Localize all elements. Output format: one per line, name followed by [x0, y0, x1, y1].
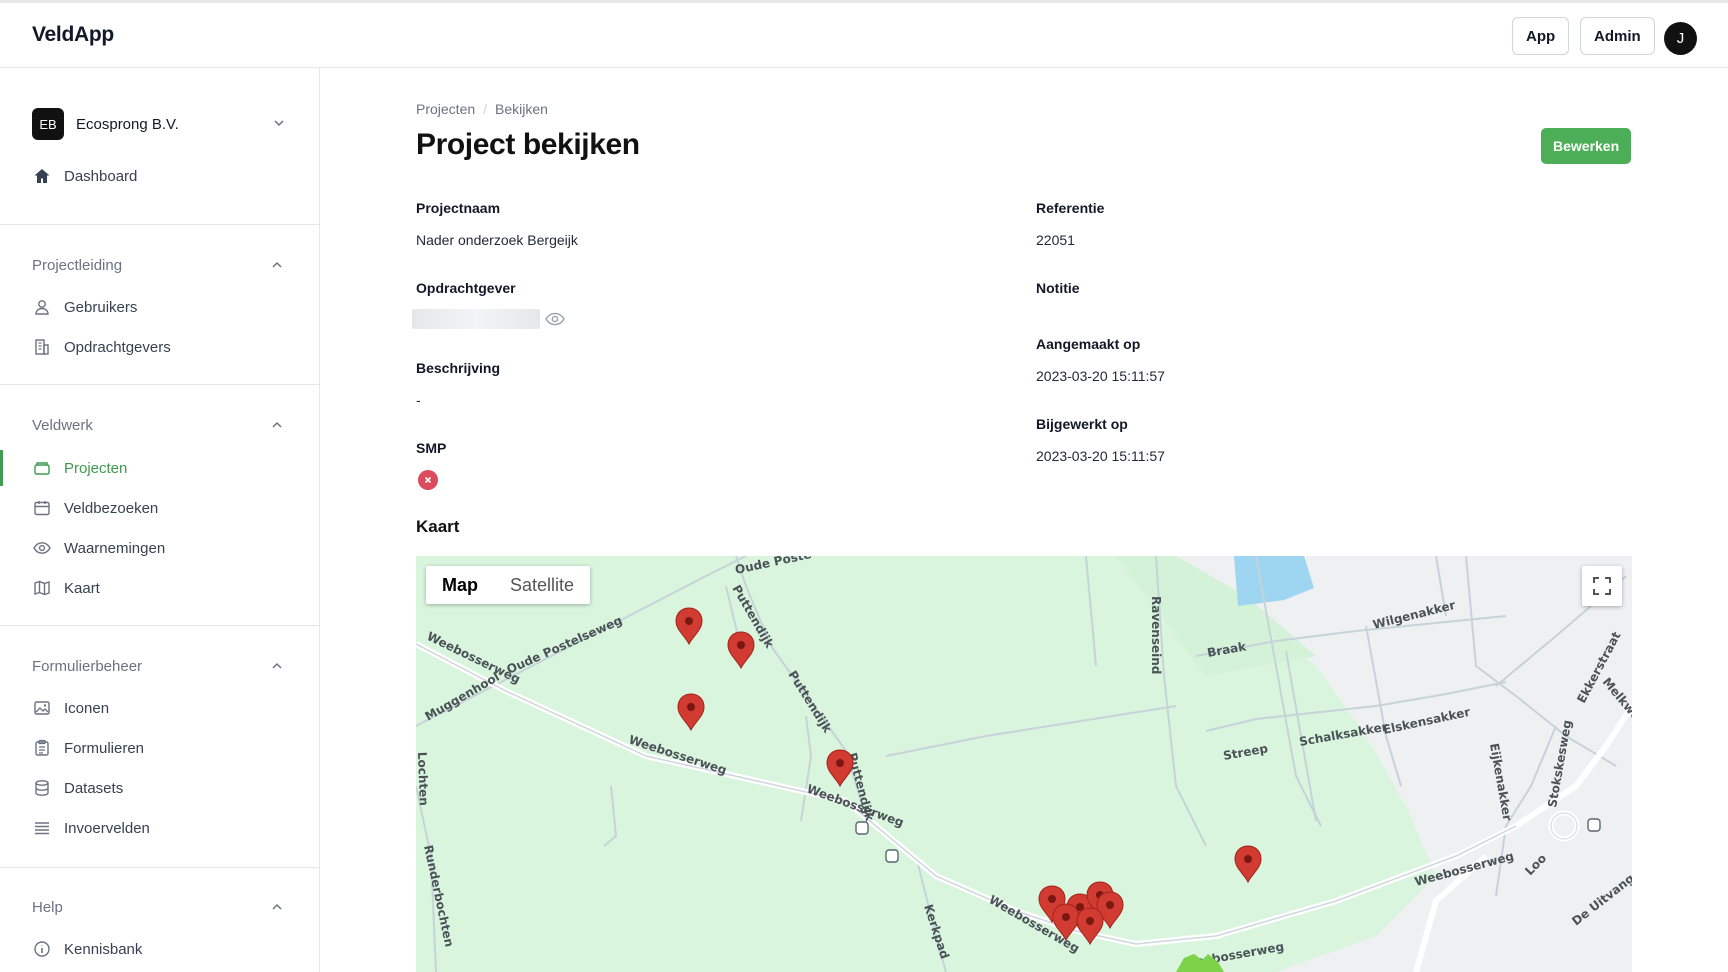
sidebar-item-label: Opdrachtgevers	[64, 338, 171, 356]
street-label: Ravenseind	[1149, 596, 1163, 674]
sidebar-item-label: Veldbezoeken	[64, 499, 159, 517]
section-veldwerk[interactable]: Veldwerk	[32, 413, 284, 437]
sidebar-item-datasets[interactable]: Datasets	[32, 776, 123, 800]
sidebar-divider	[0, 625, 320, 626]
brand-logo[interactable]: VeldApp	[32, 23, 114, 47]
sidebar-item-label: Kaart	[64, 579, 100, 597]
street-label: Lochten	[416, 752, 431, 806]
sidebar-item-iconen[interactable]: Iconen	[32, 696, 109, 720]
home-icon	[32, 166, 52, 186]
label-bijgewerkt: Bijgewerkt op	[1036, 416, 1128, 432]
section-title: Projectleiding	[32, 256, 123, 274]
database-icon	[32, 778, 52, 798]
sidebar-divider	[0, 867, 320, 868]
sidebar-item-opdrachtgevers[interactable]: Opdrachtgevers	[32, 335, 171, 359]
sidebar-item-kaart[interactable]: Kaart	[32, 576, 100, 600]
value-beschrijving: -	[416, 392, 421, 408]
fullscreen-icon	[1593, 577, 1611, 595]
map-icon	[32, 578, 52, 598]
sidebar: EB Ecosprong B.V. Dashboard Projectleidi…	[0, 68, 320, 972]
org-switcher[interactable]: EB Ecosprong B.V.	[32, 108, 292, 140]
folder-icon	[32, 458, 52, 478]
label-aangemaakt: Aangemaakt op	[1036, 336, 1141, 352]
map-type-map[interactable]: Map	[426, 566, 494, 604]
breadcrumb-link[interactable]: Projecten	[416, 101, 475, 117]
map-canvas[interactable]: Oude Poste Puttendijk Weebosserweg Oude …	[416, 556, 1632, 972]
map-type-satellite[interactable]: Satellite	[494, 566, 590, 604]
sidebar-item-label: Invoervelden	[64, 819, 150, 837]
sidebar-item-label: Waarnemingen	[64, 539, 166, 557]
value-referentie: 22051	[1036, 232, 1075, 248]
user-avatar[interactable]: J	[1664, 22, 1697, 55]
value-bijgewerkt: 2023-03-20 15:11:57	[1036, 448, 1165, 464]
sidebar-item-label: Dashboard	[64, 167, 138, 185]
section-formulierbeheer[interactable]: Formulierbeheer	[32, 654, 284, 678]
app-button[interactable]: App	[1512, 17, 1570, 55]
sidebar-divider	[0, 224, 320, 225]
section-title: Veldwerk	[32, 416, 93, 434]
label-smp: SMP	[416, 440, 447, 456]
breadcrumb-separator: /	[483, 101, 488, 117]
edit-button[interactable]: Bewerken	[1541, 128, 1632, 164]
map-type-toggle: Map Satellite	[426, 566, 591, 604]
sidebar-item-formulieren[interactable]: Formulieren	[32, 736, 144, 760]
section-title: Help	[32, 898, 63, 916]
section-projectleiding[interactable]: Projectleiding	[32, 253, 284, 277]
chevron-up-icon	[272, 261, 282, 268]
chevron-down-icon	[274, 120, 284, 127]
page-title: Project bekijken	[416, 128, 640, 161]
org-badge: EB	[32, 108, 64, 140]
main-content: Projecten / Bekijken Project bekijken Be…	[321, 68, 1728, 972]
label-opdrachtgever: Opdrachtgever	[416, 280, 516, 296]
user-icon	[32, 297, 52, 317]
sidebar-item-invoervelden[interactable]: Invoervelden	[32, 816, 150, 840]
building-icon	[32, 337, 52, 357]
section-title: Formulierbeheer	[32, 657, 143, 675]
label-notitie: Notitie	[1036, 280, 1080, 296]
sidebar-divider	[0, 384, 320, 385]
sidebar-item-gebruikers[interactable]: Gebruikers	[32, 295, 137, 319]
sidebar-item-label: Kennisbank	[64, 940, 143, 958]
chevron-up-icon	[272, 903, 282, 910]
sidebar-item-dashboard[interactable]: Dashboard	[32, 164, 137, 188]
sidebar-item-waarnemingen[interactable]: Waarnemingen	[32, 536, 165, 560]
fullscreen-button[interactable]	[1582, 566, 1622, 606]
sidebar-item-kennisbank[interactable]: Kennisbank	[32, 937, 142, 961]
value-projectnaam: Nader onderzoek Bergeijk	[416, 232, 578, 248]
list-icon	[32, 818, 52, 838]
top-bar: VeldApp App Admin J	[0, 0, 1728, 68]
clipboard-icon	[32, 738, 52, 758]
sidebar-item-projecten[interactable]: Projecten	[32, 456, 127, 480]
breadcrumb: Projecten / Bekijken	[416, 101, 548, 117]
admin-button[interactable]: Admin	[1580, 17, 1655, 55]
eye-icon	[32, 538, 52, 558]
eye-icon[interactable]	[545, 311, 565, 327]
sidebar-item-veldbezoeken[interactable]: Veldbezoeken	[32, 496, 158, 520]
sidebar-item-label: Projecten	[64, 459, 128, 477]
label-referentie: Referentie	[1036, 200, 1105, 216]
section-help[interactable]: Help	[32, 895, 284, 919]
sidebar-item-label: Gebruikers	[64, 298, 138, 316]
sidebar-item-label: Datasets	[64, 779, 124, 797]
org-name: Ecosprong B.V.	[76, 115, 179, 133]
sidebar-item-label: Formulieren	[64, 739, 145, 757]
info-icon	[32, 939, 52, 959]
hidden-value-redacted	[412, 309, 540, 329]
breadcrumb-current: Bekijken	[495, 101, 548, 117]
active-indicator	[0, 450, 3, 486]
image-icon	[32, 698, 52, 718]
map-section-title: Kaart	[416, 517, 460, 536]
label-projectnaam: Projectnaam	[416, 200, 501, 216]
label-beschrijving: Beschrijving	[416, 360, 501, 376]
sidebar-item-label: Iconen	[64, 699, 110, 717]
map-view[interactable]: Oude Poste Puttendijk Weebosserweg Oude …	[416, 556, 1632, 972]
calendar-icon	[32, 498, 52, 518]
x-circle-icon	[418, 470, 438, 490]
chevron-up-icon	[272, 662, 282, 669]
value-aangemaakt: 2023-03-20 15:11:57	[1036, 368, 1165, 384]
chevron-up-icon	[272, 421, 282, 428]
